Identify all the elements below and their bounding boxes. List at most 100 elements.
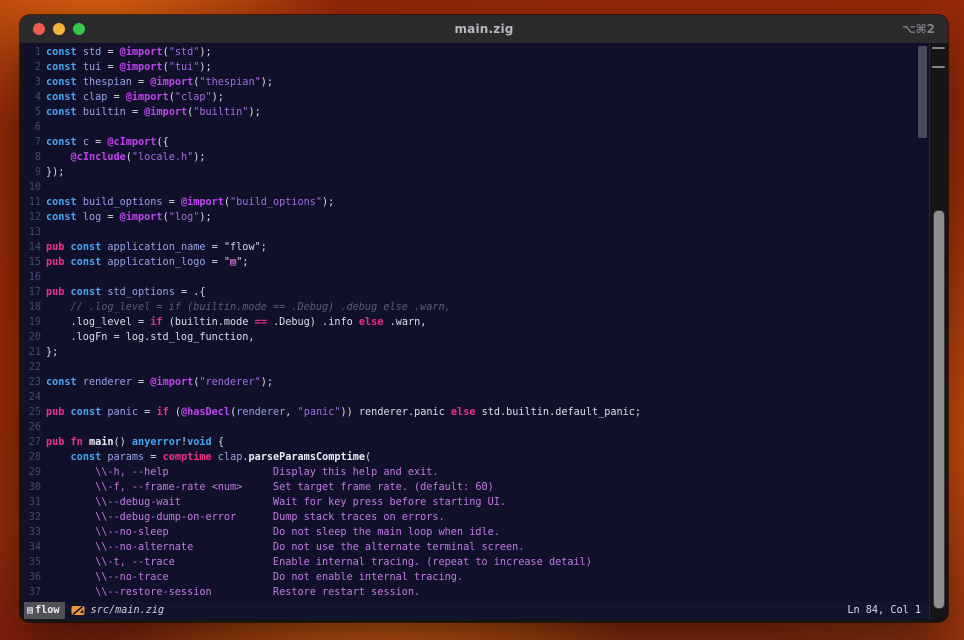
window-scrollbar-thumb[interactable] xyxy=(933,210,945,609)
code-line: 5const builtin = @import("builtin"); xyxy=(24,105,929,120)
code-token: \\--debug-dump-on-error Dump stack trace… xyxy=(46,512,445,523)
line-number: 10 xyxy=(24,180,41,195)
code-token: "renderer" xyxy=(199,377,260,388)
code-token: application_name xyxy=(107,242,205,253)
code-token: .log_level = xyxy=(46,317,150,328)
code-line: 12const log = @import("log"); xyxy=(24,210,929,225)
code-token: const xyxy=(46,62,77,73)
code-token: "clap" xyxy=(175,92,212,103)
code-token: ); xyxy=(261,77,273,88)
code-token: == xyxy=(255,317,267,328)
code-token: }; xyxy=(46,347,58,358)
code-token: std xyxy=(83,47,101,58)
code-token: pub xyxy=(46,242,64,253)
code-token: ); xyxy=(199,212,211,223)
line-number: 13 xyxy=(24,225,41,240)
code-token: const xyxy=(46,197,77,208)
line-number: 35 xyxy=(24,555,41,570)
code-line: 29 \\-h, --help Display this help and ex… xyxy=(24,465,929,480)
titlebar[interactable]: main.zig ⌥⌘2 xyxy=(20,15,948,43)
code-token: "locale.h" xyxy=(132,152,193,163)
code-token: ); xyxy=(261,377,273,388)
line-number: 1 xyxy=(24,45,41,60)
code-line: 1const std = @import("std"); xyxy=(24,45,929,60)
code-token: ); xyxy=(212,92,224,103)
code-token: \\--no-sleep Do not sleep the main loop … xyxy=(46,527,500,538)
code-line: 28 const params = comptime clap.parsePar… xyxy=(24,450,929,465)
code-token: const xyxy=(71,407,102,418)
scroll-mark-icon xyxy=(932,66,945,68)
code-token: build_options xyxy=(83,197,163,208)
code-token: (builtin.mode xyxy=(163,317,255,328)
code-token: renderer xyxy=(83,377,132,388)
code-token: thespian xyxy=(83,77,132,88)
code-line: 19 .log_level = if (builtin.mode == .Deb… xyxy=(24,315,929,330)
code-token: @cImport xyxy=(107,137,156,148)
code-token: @import xyxy=(120,47,163,58)
code-token: \\--no-alternate Do not use the alternat… xyxy=(46,542,524,553)
code-token: pub xyxy=(46,407,64,418)
code-token: = xyxy=(101,62,119,73)
code-line: 35 \\-t, --trace Enable internal tracing… xyxy=(24,555,929,570)
code-token: pub xyxy=(46,257,64,268)
code-line: 30 \\-f, --frame-rate <num> Set target f… xyxy=(24,480,929,495)
line-number: 17 xyxy=(24,285,41,300)
code-token: ); xyxy=(248,107,260,118)
code-token: () xyxy=(114,437,132,448)
line-number: 30 xyxy=(24,480,41,495)
code-token: = xyxy=(206,242,224,253)
code-line: 20 .logFn = log.std_log_function, xyxy=(24,330,929,345)
line-number: 15 xyxy=(24,255,41,270)
code-token: @import xyxy=(150,377,193,388)
line-number: 5 xyxy=(24,105,41,120)
line-number: 11 xyxy=(24,195,41,210)
line-number: 32 xyxy=(24,510,41,525)
code-line: 11const build_options = @import("build_o… xyxy=(24,195,929,210)
line-number: 3 xyxy=(24,75,41,90)
code-line: 9}); xyxy=(24,165,929,180)
code-token: anyerror xyxy=(132,437,181,448)
editor-scrollbar-thumb[interactable] xyxy=(918,46,927,138)
code-line: 32 \\--debug-dump-on-error Dump stack tr… xyxy=(24,510,929,525)
code-token: = xyxy=(132,377,150,388)
code-token: std.builtin.default_panic; xyxy=(475,407,641,418)
code-token: comptime xyxy=(163,452,212,463)
code-line: 18 // .log_level = if (builtin.mode == .… xyxy=(24,300,929,315)
line-number: 18 xyxy=(24,300,41,315)
code-token: const xyxy=(71,287,102,298)
code-line: 23const renderer = @import("renderer"); xyxy=(24,375,929,390)
code-token: @import xyxy=(150,77,193,88)
code-token: .logFn = log.std_log_function, xyxy=(46,332,255,343)
cursor-position[interactable]: Ln 84, Col 1 xyxy=(847,603,921,618)
code-token: if xyxy=(156,407,168,418)
code-token: \\-t, --trace Enable internal tracing. (… xyxy=(46,557,592,568)
code-token: \\--no-trace Do not enable internal trac… xyxy=(46,572,463,583)
code-token: )) renderer.panic xyxy=(341,407,451,418)
line-number: 9 xyxy=(24,165,41,180)
code-token: ); xyxy=(193,152,205,163)
code-token: clap xyxy=(83,92,108,103)
line-number: 21 xyxy=(24,345,41,360)
code-line: 33 \\--no-sleep Do not sleep the main lo… xyxy=(24,525,929,540)
code-token xyxy=(46,152,71,163)
code-token: @hasDecl xyxy=(181,407,230,418)
code-line: 31 \\--debug-wait Wait for key press bef… xyxy=(24,495,929,510)
code-token: ); xyxy=(322,197,334,208)
app-badge[interactable]: ▤ flow xyxy=(24,602,65,619)
line-number: 27 xyxy=(24,435,41,450)
code-token: \\-f, --frame-rate <num> Set target fram… xyxy=(46,482,494,493)
code-token: ; xyxy=(242,257,248,268)
code-editor[interactable]: 1const std = @import("std");2const tui =… xyxy=(24,43,930,619)
code-line: 25pub const panic = if (@hasDecl(rendere… xyxy=(24,405,929,420)
line-number: 4 xyxy=(24,90,41,105)
code-token: // .log_level = if (builtin.mode == .Deb… xyxy=(46,302,451,313)
line-number: 22 xyxy=(24,360,41,375)
code-token: const xyxy=(46,92,77,103)
line-number: 20 xyxy=(24,330,41,345)
code-token: ( xyxy=(169,407,181,418)
code-line: 7const c = @cImport({ xyxy=(24,135,929,150)
status-bar: ▤ flow src/main.zig Ln 84, Col 1 xyxy=(24,602,929,619)
code-token: \\-h, --help Display this help and exit. xyxy=(46,467,439,478)
code-line: 37 \\--restore-session Restore restart s… xyxy=(24,585,929,600)
line-number: 8 xyxy=(24,150,41,165)
